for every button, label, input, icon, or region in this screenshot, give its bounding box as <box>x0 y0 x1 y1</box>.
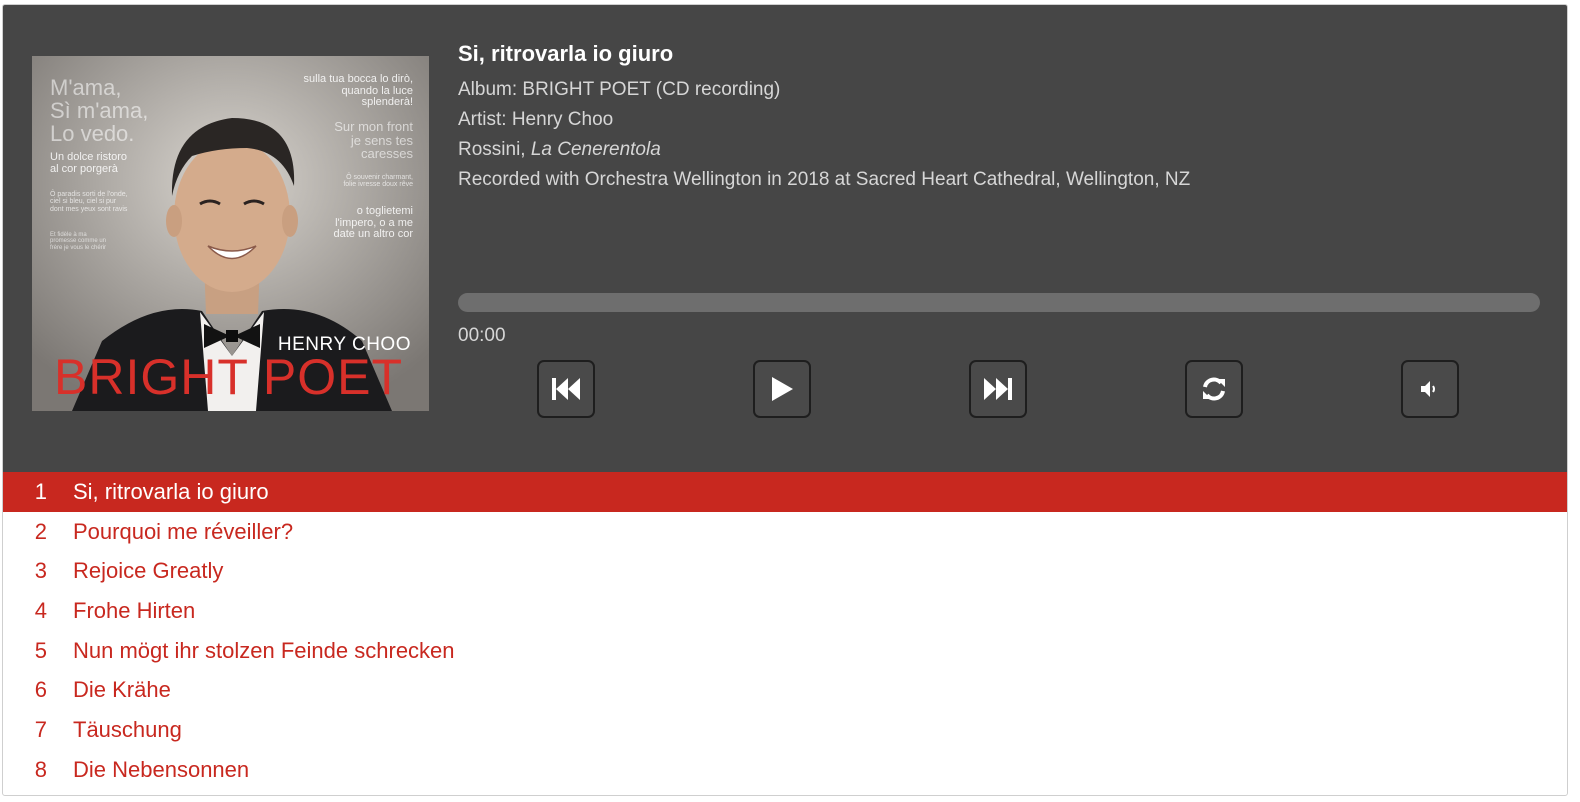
cover-lyric-text: o toglietemi l'impero, o a me date un al… <box>333 205 414 241</box>
cover-lyric-text: Ô paradis sorti de l'onde, ciel si bleu,… <box>50 191 128 213</box>
work-title: La Cenerentola <box>530 139 661 160</box>
cover-lyric-text: Et fidèle à ma promesse comme un frère j… <box>50 232 107 251</box>
skip-forward-icon <box>984 378 1012 400</box>
track-name: Rejoice Greatly <box>73 558 224 584</box>
skip-back-icon <box>552 378 580 400</box>
track-name: Täuschung <box>73 716 182 742</box>
track-title: Si, ritrovarla io giuro <box>458 41 674 66</box>
cover-lyric-text: Sur mon front je sens tes caresses <box>334 119 413 162</box>
audio-player: M'ama, Sì m'ama, Lo vedo. Un dolce risto… <box>2 4 1568 796</box>
volume-icon <box>1421 381 1435 397</box>
track-number: 4 <box>34 597 47 623</box>
play-button[interactable] <box>753 360 811 418</box>
album-line: Album: BRIGHT POET (CD recording) <box>458 79 781 100</box>
work-line: Rossini, La Cenerentola <box>458 135 1190 165</box>
track-number: 7 <box>34 716 47 742</box>
repeat-button[interactable] <box>1185 360 1243 418</box>
cover-lyric-text: Un dolce ristoro al cor porgerà <box>50 151 128 175</box>
cover-lyric-text: Ô souvenir charmant, folie ivresse doux … <box>343 174 413 189</box>
artist-line: Artist: Henry Choo <box>458 109 614 130</box>
track-name: Pourquoi me réveiller? <box>73 518 294 544</box>
play-icon <box>772 377 793 401</box>
track-number: 8 <box>34 756 47 782</box>
next-track-button[interactable] <box>969 360 1027 418</box>
repeat-icon <box>1203 377 1225 401</box>
playlist-item[interactable]: 4 Frohe Hirten <box>3 591 1567 631</box>
album-cover: M'ama, Sì m'ama, Lo vedo. Un dolce risto… <box>32 56 429 411</box>
playlist-item[interactable]: 5 Nun mögt ihr stolzen Feinde schrecken <box>3 631 1567 671</box>
playlist-item[interactable]: 6 Die Krähe <box>3 670 1567 710</box>
track-info: Si, ritrovarla io giuro Album: BRIGHT PO… <box>458 41 1190 195</box>
elapsed-time: 00:00 <box>458 325 506 346</box>
playlist-item[interactable]: 1 Si, ritrovarla io giuro <box>3 472 1567 512</box>
track-name: Nun mögt ihr stolzen Feinde schrecken <box>73 637 455 663</box>
volume-button[interactable] <box>1401 360 1459 418</box>
track-number: 2 <box>34 518 47 544</box>
playlist: 1 Si, ritrovarla io giuro 2 Pourquoi me rév… <box>3 472 1567 790</box>
track-number: 6 <box>34 677 47 703</box>
track-name: Die Krähe <box>73 677 171 703</box>
track-name: Frohe Hirten <box>73 597 196 623</box>
track-name: Die Nebensonnen <box>73 756 250 782</box>
cover-lyric-text: M'ama, Sì m'ama, Lo vedo. <box>50 75 149 147</box>
player-header: M'ama, Sì m'ama, Lo vedo. Un dolce risto… <box>3 5 1567 472</box>
previous-track-button[interactable] <box>537 360 595 418</box>
playlist-item[interactable]: 7 Täuschung <box>3 710 1567 750</box>
recorded-line: Recorded with Orchestra Wellington in 20… <box>458 169 1191 190</box>
track-number: 3 <box>34 558 47 584</box>
track-name: Si, ritrovarla io giuro <box>73 478 269 504</box>
playlist-item[interactable]: 8 Die Nebensonnen <box>3 750 1567 790</box>
cover-lyric-text: sulla tua bocca lo dirò, quando la luce … <box>303 73 413 109</box>
track-number: 1 <box>34 478 47 504</box>
playlist-item[interactable]: 2 Pourquoi me réveiller? <box>3 512 1567 552</box>
playlist-item[interactable]: 3 Rejoice Greatly <box>3 551 1567 591</box>
composer-text: Rossini, <box>458 139 531 160</box>
progress-bar[interactable] <box>458 293 1540 312</box>
track-number: 5 <box>34 637 47 663</box>
cover-album-title: BRIGHT POET <box>54 349 404 405</box>
